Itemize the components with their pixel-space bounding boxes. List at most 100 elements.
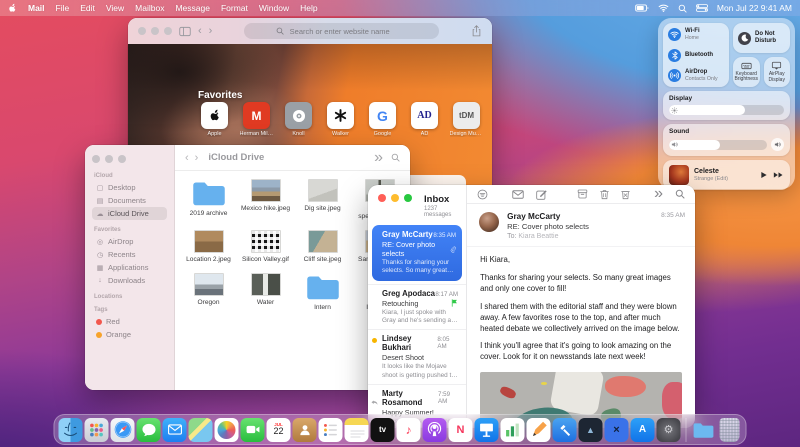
menu-edit[interactable]: Edit bbox=[80, 3, 95, 13]
dock-tv[interactable]: tv bbox=[370, 417, 395, 442]
sidebar-item-desktop[interactable]: ▢ Desktop bbox=[92, 181, 167, 194]
sidebar-item-tag-orange[interactable]: Orange bbox=[92, 328, 167, 341]
finder-window-controls[interactable] bbox=[92, 155, 167, 163]
dock-launchpad[interactable] bbox=[84, 417, 109, 442]
menu-mailbox[interactable]: Mailbox bbox=[135, 3, 164, 13]
dock-mail[interactable] bbox=[162, 417, 187, 442]
fast-forward-button[interactable] bbox=[773, 171, 784, 179]
audio-output-button[interactable] bbox=[771, 138, 784, 152]
menu-app-name[interactable]: Mail bbox=[28, 3, 45, 13]
menu-format[interactable]: Format bbox=[221, 3, 248, 13]
dock-downloads-folder[interactable] bbox=[692, 418, 716, 442]
message-row[interactable]: Lindsey Bukhari 8:05 AM Desert Shoot It l… bbox=[368, 329, 467, 384]
file-location-2[interactable]: Location 2.jpeg bbox=[181, 229, 237, 264]
dock-playgrounds[interactable]: × bbox=[604, 417, 629, 442]
file-water[interactable]: Water bbox=[238, 272, 294, 312]
forward-button[interactable]: › bbox=[209, 25, 213, 37]
wifi-toggle[interactable]: Wi-Fi Home bbox=[668, 28, 724, 41]
minimize-button[interactable] bbox=[391, 194, 399, 202]
file-2019-archive[interactable]: 2019 archive bbox=[181, 179, 237, 221]
dock-finder[interactable] bbox=[58, 417, 83, 442]
dock-music[interactable]: ♪ bbox=[396, 417, 421, 442]
dock-trash[interactable] bbox=[719, 417, 740, 442]
dock-numbers[interactable] bbox=[500, 417, 525, 442]
sidebar-item-documents[interactable]: ▤ Documents bbox=[92, 194, 167, 207]
favorite-herman-miller[interactable]: M Herman Miller bbox=[240, 102, 274, 137]
compose-icon[interactable] bbox=[536, 189, 547, 200]
dock-messages[interactable] bbox=[136, 417, 161, 442]
share-icon[interactable] bbox=[471, 25, 482, 37]
message-row[interactable]: Greg Apodaca 8:17 AM Retouching Kiara, I … bbox=[368, 283, 467, 330]
filter-icon[interactable] bbox=[477, 189, 488, 200]
menu-view[interactable]: View bbox=[106, 3, 124, 13]
junk-icon[interactable] bbox=[621, 189, 630, 200]
mail-list-header[interactable]: Inbox 1237 messages bbox=[368, 185, 466, 222]
dock-news[interactable]: N bbox=[448, 417, 473, 442]
back-button[interactable]: ‹ bbox=[185, 152, 189, 164]
sidebar-item-icloud-drive[interactable]: ☁ iCloud Drive bbox=[92, 207, 167, 220]
trash-icon[interactable] bbox=[600, 189, 609, 200]
dock-contacts[interactable] bbox=[292, 417, 317, 442]
sidebar-item-recents[interactable]: ◷ Recents bbox=[92, 248, 167, 261]
toolbar-overflow-icon[interactable]: » bbox=[374, 149, 383, 167]
file-mexico-hike[interactable]: Mexico hike.jpeg bbox=[238, 179, 294, 221]
finder-window[interactable]: iCloud ▢ Desktop ▤ Documents ☁ iCloud Drive… bbox=[85, 145, 410, 390]
safari-toolbar[interactable]: ‹ › bbox=[128, 18, 492, 44]
file-dig-site[interactable]: Dig site.jpeg bbox=[295, 179, 351, 221]
search-icon[interactable] bbox=[675, 189, 685, 199]
menu-window[interactable]: Window bbox=[259, 3, 289, 13]
envelope-icon[interactable] bbox=[512, 190, 524, 199]
search-input[interactable] bbox=[287, 25, 408, 37]
mail-window[interactable]: Inbox 1237 messages Gray McCarty 8:35 AM … bbox=[368, 185, 695, 428]
close-button[interactable] bbox=[92, 155, 100, 163]
dock-calendar[interactable]: JUL 22 bbox=[266, 417, 291, 442]
wifi-icon[interactable] bbox=[658, 4, 669, 12]
toolbar-overflow-icon[interactable]: » bbox=[654, 185, 663, 203]
apple-menu-icon[interactable] bbox=[8, 3, 17, 14]
display-brightness-slider[interactable] bbox=[669, 105, 784, 116]
mail-toolbar[interactable]: » bbox=[467, 185, 695, 204]
sidebar-item-airdrop[interactable]: ◎ AirDrop bbox=[92, 235, 167, 248]
menu-bar-clock[interactable]: Mon Jul 22 9:41 AM bbox=[717, 3, 792, 13]
file-intern[interactable]: Intern bbox=[295, 273, 351, 312]
dock-developer[interactable]: ▲ bbox=[578, 417, 603, 442]
close-button[interactable] bbox=[138, 27, 146, 35]
airdrop-toggle[interactable]: AirDrop Contacts Only bbox=[668, 69, 724, 82]
favorite-ad[interactable]: AD AD bbox=[408, 102, 441, 137]
sidebar-toggle-icon[interactable] bbox=[179, 26, 191, 37]
control-center-icon[interactable] bbox=[696, 4, 708, 12]
archive-icon[interactable] bbox=[577, 189, 588, 199]
dock-pages[interactable] bbox=[526, 417, 551, 442]
favorite-google[interactable]: G Google bbox=[366, 102, 399, 137]
dock-notes[interactable] bbox=[344, 417, 369, 442]
menu-file[interactable]: File bbox=[56, 3, 70, 13]
finder-toolbar[interactable]: ‹ › iCloud Drive » bbox=[175, 145, 410, 171]
favorite-design-museum[interactable]: tDM Design Museum bbox=[450, 102, 484, 137]
dock-xcode[interactable] bbox=[552, 417, 577, 442]
dock-keynote[interactable] bbox=[474, 417, 499, 442]
close-button[interactable] bbox=[378, 194, 386, 202]
spotlight-search-icon[interactable] bbox=[678, 4, 687, 13]
file-oregon[interactable]: Oregon bbox=[181, 272, 237, 312]
dock-facetime[interactable] bbox=[240, 417, 265, 442]
sidebar-item-tag-red[interactable]: Red bbox=[92, 315, 167, 328]
dock-photos[interactable] bbox=[214, 417, 239, 442]
minimize-button[interactable] bbox=[151, 27, 159, 35]
file-cliff-site[interactable]: Cliff site.jpeg bbox=[295, 229, 351, 264]
zoom-button[interactable] bbox=[118, 155, 126, 163]
menu-help[interactable]: Help bbox=[300, 3, 317, 13]
keyboard-brightness-button[interactable]: Keyboard Brightness bbox=[733, 57, 760, 87]
file-silicon-valley[interactable]: Silicon Valley.gif bbox=[238, 229, 294, 264]
dock-podcasts[interactable] bbox=[422, 417, 447, 442]
message-row-selected[interactable]: Gray McCarty 8:35 AM RE: Cover photo sele… bbox=[372, 225, 463, 281]
dock-reminders[interactable] bbox=[318, 417, 343, 442]
sidebar-item-downloads[interactable]: ↓ Downloads bbox=[92, 274, 167, 287]
favorite-knoll[interactable]: Knoll bbox=[282, 102, 315, 137]
search-icon[interactable] bbox=[391, 153, 400, 162]
minimize-button[interactable] bbox=[105, 155, 113, 163]
forward-button[interactable]: › bbox=[195, 152, 199, 164]
bluetooth-toggle[interactable]: Bluetooth bbox=[668, 48, 724, 62]
do-not-disturb-toggle[interactable]: Do Not Disturb bbox=[733, 23, 790, 53]
volume-slider[interactable] bbox=[669, 139, 767, 150]
zoom-button[interactable] bbox=[404, 194, 412, 202]
